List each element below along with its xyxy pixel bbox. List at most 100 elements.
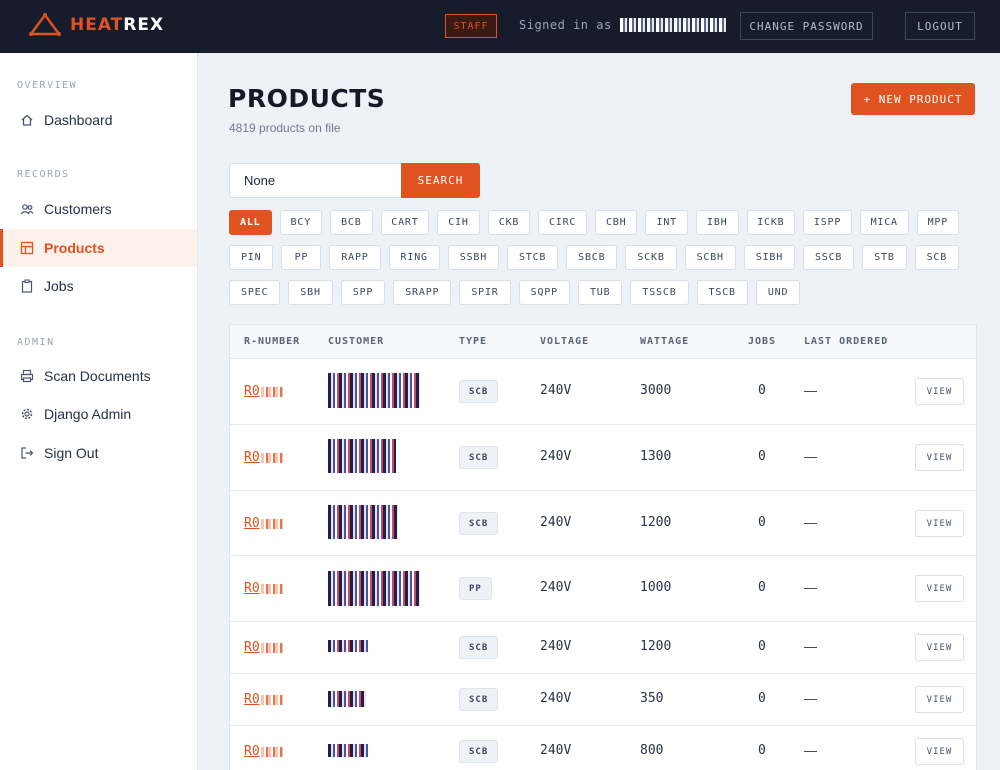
filter-chip[interactable]: CIRC [538, 210, 587, 235]
filter-chip[interactable]: PP [281, 245, 322, 270]
filter-chip[interactable]: SBH [288, 280, 333, 305]
sidebar-item-products[interactable]: Products [0, 229, 197, 267]
filter-chip[interactable]: STCB [507, 245, 559, 270]
redacted-customer[interactable] [328, 571, 420, 606]
type-badge: SCB [459, 740, 499, 763]
filter-chip[interactable]: SSBH [447, 245, 499, 270]
filter-chip[interactable]: CBH [594, 210, 638, 235]
filter-chip[interactable]: RING [388, 245, 440, 270]
sidebar-item-django-admin[interactable]: Django Admin [0, 395, 197, 433]
filter-chip[interactable]: PIN [229, 245, 274, 270]
change-password-button[interactable]: CHANGE PASSWORD [740, 12, 873, 40]
sidebar-item-dashboard[interactable]: Dashboard [0, 101, 197, 139]
filter-chip[interactable]: TSSCB [630, 280, 689, 305]
sidebar-item-sign-out[interactable]: Sign Out [0, 434, 197, 472]
rnumber-link[interactable]: R0 [244, 744, 283, 759]
column-header-jobs[interactable]: JOBS [748, 336, 776, 347]
brand-logo[interactable]: HEATREX [28, 12, 164, 38]
rnumber-link[interactable]: R0 [244, 581, 283, 596]
redacted-customer[interactable] [328, 640, 370, 652]
logout-button[interactable]: LOGOUT [905, 12, 975, 40]
filter-chip[interactable]: SSCB [803, 245, 855, 270]
filter-chip[interactable]: SQPP [518, 280, 570, 305]
type-filter-chips: ALL BCY BCB CART CIH CKB CIRC CBH INT IB… [229, 210, 960, 315]
filter-chip[interactable]: SCKB [625, 245, 677, 270]
sidebar-section-admin: ADMIN [17, 337, 55, 348]
filter-chip[interactable]: MPP [916, 210, 960, 235]
redacted-customer[interactable] [328, 505, 398, 539]
column-header-type[interactable]: TYPE [459, 336, 487, 347]
view-button[interactable]: VIEW [915, 444, 964, 471]
brand-name: HEATREX [70, 15, 165, 35]
column-header-voltage[interactable]: VOLTAGE [540, 336, 589, 347]
jobs-cell: 0 [758, 580, 766, 595]
redacted-customer[interactable] [328, 439, 396, 473]
filter-chip[interactable]: RAPP [329, 245, 381, 270]
jobs-cell: 0 [758, 449, 766, 464]
filter-chip[interactable]: CIH [437, 210, 480, 235]
redacted-customer[interactable] [328, 373, 420, 408]
view-button[interactable]: VIEW [915, 575, 964, 602]
new-product-button[interactable]: + NEW PRODUCT [851, 83, 975, 115]
filter-chip[interactable]: ICKB [746, 210, 796, 235]
filter-chip[interactable]: CKB [487, 210, 531, 235]
filter-chip[interactable]: TUB [577, 280, 623, 305]
voltage-cell: 240V [540, 743, 572, 758]
sidebar-item-customers[interactable]: Customers [0, 190, 197, 228]
filter-chip[interactable]: SCBH [684, 245, 736, 270]
sidebar-item-jobs[interactable]: Jobs [0, 267, 197, 305]
search-input[interactable]: None [229, 163, 402, 198]
filter-chip[interactable]: SRAPP [393, 280, 452, 305]
sign-out-icon [20, 446, 34, 460]
page-title: PRODUCTS [228, 84, 386, 113]
filter-chip[interactable]: INT [645, 210, 688, 235]
filter-chip[interactable]: ISPP [803, 210, 852, 235]
sidebar-section-records: RECORDS [17, 169, 70, 180]
view-button[interactable]: VIEW [915, 634, 964, 661]
grid-icon [20, 241, 34, 255]
sidebar-item-scan-documents[interactable]: Scan Documents [0, 357, 197, 395]
column-header-last-ordered[interactable]: LAST ORDERED [804, 336, 888, 347]
voltage-cell: 240V [540, 580, 572, 595]
filter-chip-all[interactable]: ALL [229, 210, 272, 235]
page-subtitle: 4819 products on file [229, 121, 341, 135]
sidebar-section-overview: OVERVIEW [17, 80, 78, 91]
column-header-rnumber[interactable]: R-NUMBER [244, 336, 300, 347]
filter-chip[interactable]: SPIR [459, 280, 511, 305]
rnumber-link[interactable]: R0 [244, 384, 283, 399]
table-row: R0 SCB 240V 800 0 — VIEW [230, 726, 976, 770]
column-header-wattage[interactable]: WATTAGE [640, 336, 689, 347]
view-button[interactable]: VIEW [915, 686, 964, 713]
filter-chip[interactable]: MICA [859, 210, 909, 235]
view-button[interactable]: VIEW [915, 378, 964, 405]
rnumber-link[interactable]: R0 [244, 640, 283, 655]
top-bar: HEATREX STAFF Signed in as CHANGE PASSWO… [0, 0, 1000, 53]
filter-chip[interactable]: SPEC [229, 280, 281, 305]
filter-chip[interactable]: SIBH [743, 245, 796, 270]
rnumber-link[interactable]: R0 [244, 450, 283, 465]
type-badge: SCB [459, 512, 499, 535]
filter-chip[interactable]: CART [380, 210, 430, 235]
filter-chip[interactable]: UND [755, 280, 801, 305]
redacted-customer[interactable] [328, 691, 366, 707]
rnumber-link[interactable]: R0 [244, 692, 283, 707]
column-header-customer[interactable]: CUSTOMER [328, 336, 384, 347]
voltage-cell: 240V [540, 515, 572, 530]
filter-chip[interactable]: SPP [340, 280, 386, 305]
search-button[interactable]: SEARCH [401, 163, 480, 198]
voltage-cell: 240V [540, 639, 572, 654]
filter-chip[interactable]: SCB [914, 245, 959, 270]
redacted-customer[interactable] [328, 744, 370, 757]
filter-chip[interactable]: SBCB [566, 245, 618, 270]
filter-chip[interactable]: BCB [330, 210, 373, 235]
view-button[interactable]: VIEW [915, 738, 964, 765]
filter-chip[interactable]: TSCB [696, 280, 748, 305]
jobs-cell: 0 [758, 515, 766, 530]
view-button[interactable]: VIEW [915, 510, 964, 537]
filter-chip[interactable]: IBH [695, 210, 739, 235]
wattage-cell: 1000 [640, 580, 672, 595]
chip-row: SPEC SBH SPP SRAPP SPIR SQPP TUB TSSCB T… [229, 280, 959, 305]
filter-chip[interactable]: STB [862, 245, 907, 270]
filter-chip[interactable]: BCY [279, 210, 323, 235]
rnumber-link[interactable]: R0 [244, 516, 283, 531]
